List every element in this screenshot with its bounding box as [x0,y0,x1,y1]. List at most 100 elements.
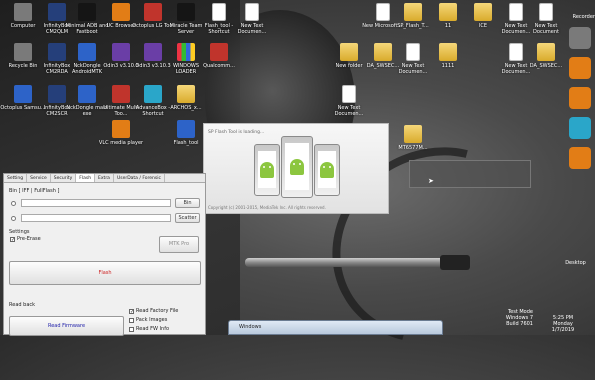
app-icon [112,3,130,21]
app-icon [177,3,195,21]
scatter-radio[interactable] [11,216,16,221]
desktop-icon[interactable]: MT6577M... [390,125,436,151]
desktop-icon-label: New Text Documen... [237,23,267,35]
phone-image [281,136,313,198]
test-mode-watermark: Test Mode Windows 7 Build 7601 [506,309,533,327]
app-icon [78,43,96,61]
flash-button[interactable]: Flash [9,261,201,285]
tab-extra[interactable]: Extra [95,174,114,182]
read-factory-file-label: Read Factory File [136,308,179,314]
flash-tool-panel: Setting Service Security Flash Extra Use… [3,173,206,336]
desktop-icon[interactable]: 1111 [425,43,471,69]
app-icon [210,43,228,61]
dock-app-icon[interactable] [569,87,591,109]
document-icon [406,43,420,61]
tab-service[interactable]: Service [27,174,51,182]
desktop-icon-label: Qualcomm... [203,63,235,69]
bin-button[interactable]: Bin [175,198,200,208]
app-icon [112,85,130,103]
clock-date: 1/7/2019 [551,327,575,333]
read-fw-info-checkbox[interactable]: Read FW Info [129,326,169,332]
document-icon [376,3,390,21]
read-firmware-button[interactable]: Read Firmware [9,316,124,336]
taskbar-window-button[interactable]: Windows [228,320,443,335]
checkbox-box [129,326,134,332]
android-icon [260,161,274,178]
bin-path-input[interactable] [21,199,171,207]
scatter-button[interactable]: Scatter [175,213,200,223]
pack-images-checkbox[interactable]: Pack Images [129,317,167,323]
document-icon [539,3,553,21]
app-icon [78,3,96,21]
checkbox-box: ✓ [129,308,135,315]
splash-title: SP Flash Tool is loading... [208,130,265,135]
document-icon [212,3,226,21]
tab-userdata[interactable]: UserData / Forensic [114,174,165,182]
desktop-icon[interactable]: VLC media player [98,120,144,146]
wallpaper-jack-plug [440,255,470,270]
android-icon [320,161,334,178]
mouse-cursor-icon: ➤ [428,177,434,185]
desktop-icon[interactable]: DA_SWSEC... [523,43,569,69]
mtk-pro-button[interactable]: MTK Pro [159,236,199,253]
desktop-icon-label: 1111 [441,63,455,69]
folder-icon [439,43,457,61]
folder-icon [177,85,195,103]
desktop-toolbar-label[interactable]: Desktop [558,260,593,266]
system-clock[interactable]: 5:25 PM Monday 1/7/2019 [533,315,593,333]
app-icon [14,3,32,21]
dock-app-icon[interactable] [569,57,591,79]
tab-flash[interactable]: Flash [76,174,96,182]
app-icon [78,85,96,103]
dock-warning-icon[interactable] [569,147,591,169]
folder-icon [474,3,492,21]
settings-label: Settings [9,229,30,235]
scatter-path-input[interactable] [21,214,171,222]
bin-group-label: Bin [ IFF | FullFlash ] [9,188,60,194]
splash-copyright: Copyright (c) 2001-2015, MediaTek Inc. A… [208,205,326,210]
folder-icon [537,43,555,61]
desktop-icon[interactable]: Qualcomm... [196,43,242,69]
folder-icon [404,125,422,143]
app-icon [144,43,162,61]
tab-setting[interactable]: Setting [4,174,28,182]
pre-erase-checkbox[interactable]: ✓ Pre-Erase [10,236,41,242]
pack-images-label: Pack Images [136,317,168,323]
folder-icon [404,3,422,21]
desktop-icon[interactable]: New Text Documen... [326,85,372,117]
app-icon [144,3,162,21]
folder-icon [340,43,358,61]
app-icon [112,43,130,61]
document-icon [509,43,523,61]
app-icon [112,120,130,138]
app-icon [14,43,32,61]
read-fw-info-label: Read FW Info [136,326,170,332]
sp-flash-splash: SP Flash Tool is loading... Copyright (c… [203,123,389,214]
bin-radio[interactable] [11,201,16,206]
right-dock [565,24,595,177]
dock-app-icon[interactable] [569,27,591,49]
desktop-icon[interactable]: ARCHOS_x... [163,85,209,111]
read-factory-file-checkbox[interactable]: ✓ Read Factory File [129,308,178,314]
dock-app-icon[interactable] [569,117,591,139]
pre-erase-label: Pre-Erase [17,236,41,242]
checkbox-box: ✓ [10,236,16,243]
desktop-icon-label: ARCHOS_x... [170,105,202,111]
document-icon [509,3,523,21]
android-icon [290,158,304,175]
phone-image [254,144,280,196]
read-back-label: Read back [9,302,36,308]
desktop-icon-label: DA_SWSEC... [529,63,563,69]
desktop-icon-label: New Text Document [533,23,559,35]
app-icon [144,85,162,103]
recorder-label: Recorder [572,14,595,20]
app-icon [14,85,32,103]
wallpaper-jack [245,258,455,267]
app-icon [177,43,195,61]
tab-bar: Setting Service Security Flash Extra Use… [4,174,205,183]
desktop-icon[interactable]: New Text Documen... [229,3,275,35]
document-icon [342,85,356,103]
tab-security[interactable]: Security [51,174,77,182]
watermark-line: Build 7601 [506,321,533,327]
desktop-icon-label: VLC media player [98,140,144,146]
